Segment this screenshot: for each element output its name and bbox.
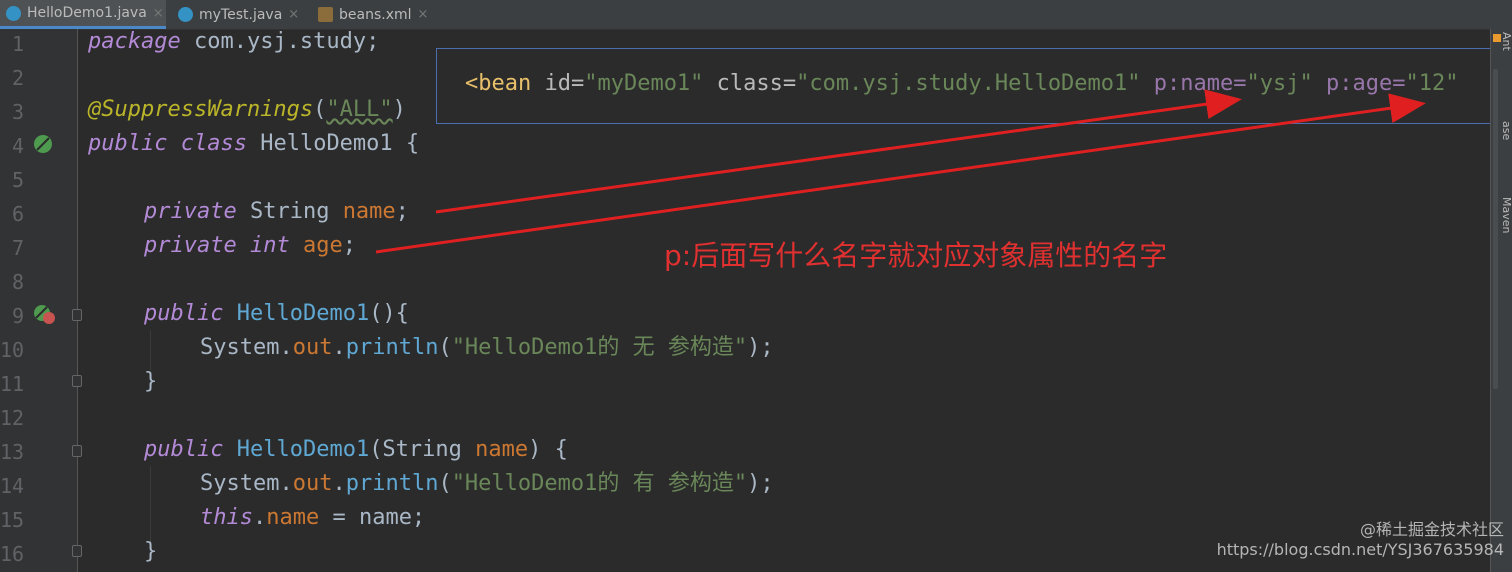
right-tool-window-bar: Ant ase Maven xyxy=(1490,29,1512,572)
arrow-name-to-pname xyxy=(435,89,1242,214)
annotation-text: p:后面写什么名字就对应对象属性的名字 xyxy=(664,239,1168,272)
tool-ant[interactable]: Ant xyxy=(1500,32,1512,51)
watermark-line1: @稀土掘金技术社区 xyxy=(1359,520,1504,539)
watermark-line2: https://blog.csdn.net/YSJ367635984 xyxy=(1216,540,1504,559)
tool-database[interactable]: ase xyxy=(1500,121,1512,140)
arrow-age-to-page xyxy=(375,93,1426,254)
scrollbar[interactable] xyxy=(1493,69,1498,389)
annotation-arrows xyxy=(375,89,1426,254)
tool-maven[interactable]: Maven xyxy=(1500,197,1512,233)
watermark: @稀土掘金技术社区 https://blog.csdn.net/YSJ36763… xyxy=(1217,520,1504,560)
